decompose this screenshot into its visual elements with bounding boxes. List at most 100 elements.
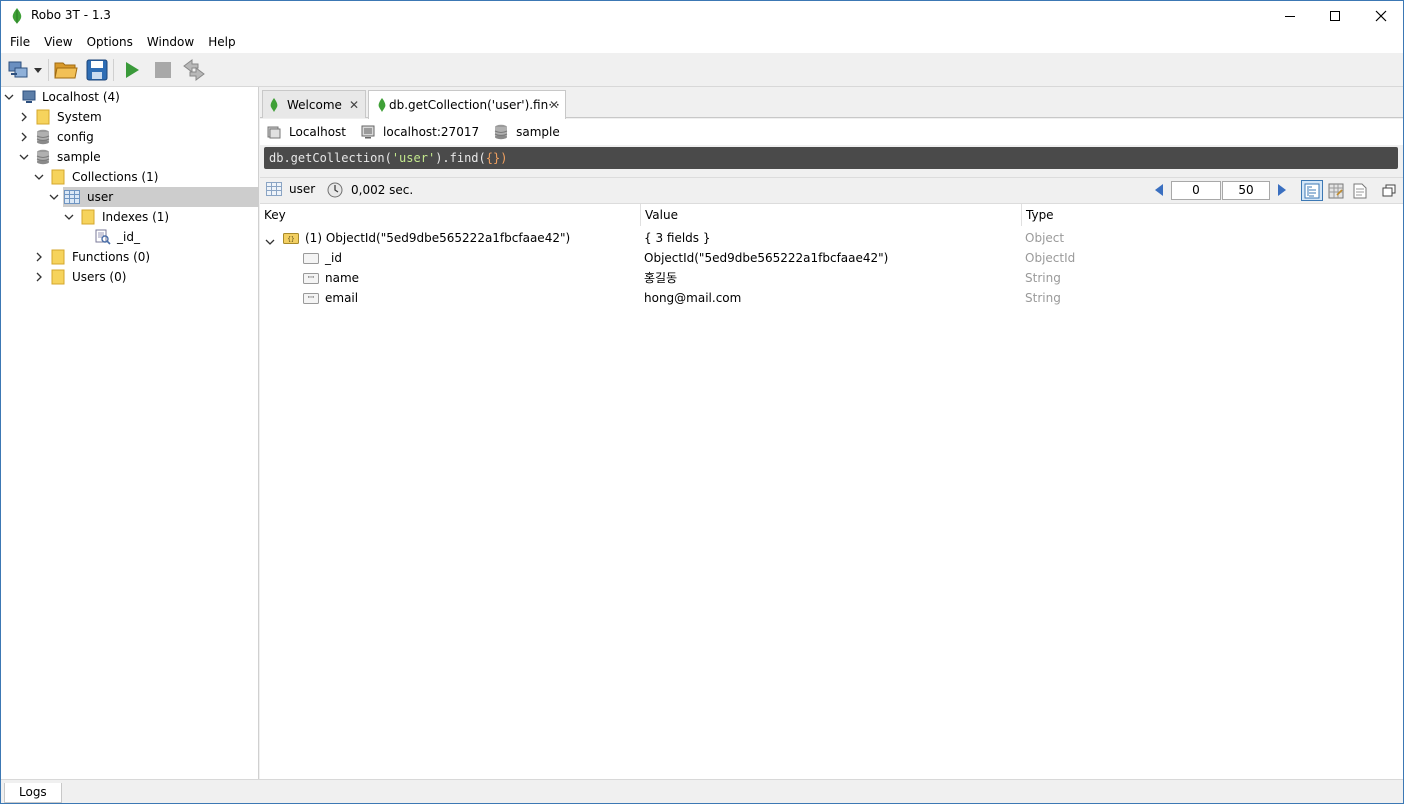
- row-type: String: [1025, 291, 1061, 305]
- menu-options[interactable]: Options: [80, 31, 140, 53]
- chevron-down-icon: [34, 67, 42, 73]
- connect-dropdown-button[interactable]: [31, 57, 45, 83]
- connection-database: sample: [493, 124, 560, 140]
- leaf-icon: [378, 98, 386, 112]
- tree-item-user-content: user: [1, 187, 259, 207]
- tree-item-localhost[interactable]: Localhost (4): [1, 87, 259, 107]
- chevron-down-icon[interactable]: [49, 192, 59, 202]
- table-row[interactable]: _id ObjectId("5ed9dbe565222a1fbcfaae42")…: [260, 248, 1403, 268]
- menu-file[interactable]: File: [3, 31, 37, 53]
- row-value: 홍길동: [644, 271, 678, 285]
- arrow-right-icon: [1278, 184, 1286, 196]
- folder-icon: [80, 209, 96, 225]
- tree-item-config[interactable]: config: [1, 127, 259, 147]
- database-icon: [35, 129, 51, 145]
- open-button[interactable]: [53, 57, 79, 83]
- query-editor[interactable]: db.getCollection('user').find({}): [264, 147, 1398, 169]
- tab-welcome[interactable]: Welcome ✕: [262, 90, 366, 118]
- folder-open-icon: [54, 62, 78, 79]
- chevron-right-icon[interactable]: [19, 112, 29, 122]
- text-view-button[interactable]: [1349, 180, 1371, 201]
- minimize-icon: [1285, 15, 1295, 17]
- row-key: _id: [325, 251, 342, 265]
- restore-window-icon: [1382, 184, 1396, 196]
- menu-bar: File View Options Window Help: [1, 31, 1403, 53]
- logs-bar: Logs: [1, 779, 1403, 803]
- tree-item-collections[interactable]: Collections (1): [1, 167, 259, 187]
- column-header-value[interactable]: Value: [641, 204, 1022, 226]
- tree-item-users[interactable]: Users (0): [1, 267, 259, 287]
- chevron-right-icon[interactable]: [34, 252, 44, 262]
- maximize-results-button[interactable]: [1378, 180, 1400, 201]
- tree-view-button[interactable]: [1301, 180, 1323, 201]
- close-icon: [1375, 10, 1387, 22]
- folder-icon: [50, 269, 66, 285]
- tree-item-label: Localhost (4): [42, 90, 120, 104]
- menu-view[interactable]: View: [37, 31, 79, 53]
- stop-icon: [155, 62, 171, 78]
- row-value: { 3 fields }: [644, 231, 711, 245]
- leaf-icon: [270, 97, 278, 112]
- table-row[interactable]: {} (1) ObjectId("5ed9dbe565222a1fbcfaae4…: [260, 228, 1403, 248]
- row-type: Object: [1025, 231, 1065, 245]
- row-key: email: [325, 291, 359, 305]
- tree-item-indexes[interactable]: Indexes (1): [1, 207, 259, 227]
- skip-input[interactable]: 0: [1171, 181, 1221, 200]
- column-header-type[interactable]: Type: [1022, 204, 1403, 226]
- execute-button[interactable]: [119, 57, 145, 83]
- chevron-down-icon[interactable]: [64, 212, 74, 222]
- tree-item-label: user: [87, 190, 114, 204]
- tree-item-label: _id_: [117, 230, 140, 244]
- table-row[interactable]: "" name 홍길동 String: [260, 268, 1403, 288]
- server-icon: [21, 89, 37, 105]
- tab-close-icon[interactable]: ✕: [349, 98, 359, 112]
- tab-close-icon[interactable]: ✕: [549, 98, 559, 112]
- svg-text:{}: {}: [287, 236, 294, 243]
- window-title: Robo 3T - 1.3: [31, 8, 111, 22]
- minimize-button[interactable]: [1267, 1, 1313, 31]
- limit-input[interactable]: 50: [1222, 181, 1270, 200]
- result-collection: user: [266, 182, 315, 196]
- save-button[interactable]: [84, 57, 110, 83]
- query-collection-arg: 'user': [391, 151, 436, 165]
- svg-text:"": "": [308, 295, 314, 303]
- toolbar-divider: [48, 59, 49, 81]
- table-view-icon: [1328, 183, 1344, 198]
- chevron-right-icon[interactable]: [19, 132, 29, 142]
- tab-query[interactable]: db.getCollection('user').fin··· ✕: [368, 90, 566, 119]
- tree-item-label: config: [57, 130, 94, 144]
- orientation-icon: [183, 59, 205, 81]
- query-prefix: db.getCollection(: [269, 151, 392, 165]
- main-panel: Welcome ✕ db.getCollection('user').fin··…: [260, 87, 1403, 779]
- menu-window[interactable]: Window: [140, 31, 201, 53]
- table-row[interactable]: "" email hong@mail.com String: [260, 288, 1403, 308]
- tree-item-label: Collections (1): [72, 170, 159, 184]
- tree-item-label: Users (0): [72, 270, 127, 284]
- next-page-button[interactable]: [1278, 184, 1286, 196]
- prev-page-button[interactable]: [1155, 184, 1163, 196]
- close-button[interactable]: [1358, 1, 1403, 31]
- chevron-down-icon[interactable]: [19, 152, 29, 162]
- folder-icon: [35, 109, 51, 125]
- chevron-down-icon[interactable]: [4, 92, 14, 102]
- logs-tab[interactable]: Logs: [4, 783, 62, 803]
- tree-item-sample[interactable]: sample: [1, 147, 259, 167]
- chevron-down-icon[interactable]: [34, 172, 44, 182]
- stop-button[interactable]: [150, 57, 176, 83]
- play-icon: [126, 62, 139, 78]
- maximize-button[interactable]: [1312, 1, 1358, 31]
- column-header-key[interactable]: Key: [260, 204, 641, 226]
- tree-item-index-id[interactable]: _id_: [1, 227, 259, 247]
- table-view-button[interactable]: [1325, 180, 1347, 201]
- connection-info-bar: Localhost localhost:27017 sample: [260, 119, 1403, 145]
- chevron-right-icon[interactable]: [34, 272, 44, 282]
- menu-help[interactable]: Help: [201, 31, 242, 53]
- orientation-button[interactable]: [181, 57, 207, 83]
- row-type: ObjectId: [1025, 251, 1076, 265]
- tree-item-functions[interactable]: Functions (0): [1, 247, 259, 267]
- connect-button[interactable]: [5, 57, 31, 83]
- tree-item-label: Indexes (1): [102, 210, 170, 224]
- arrow-left-icon: [1155, 184, 1163, 196]
- collection-table-icon: [64, 189, 80, 205]
- tree-item-system[interactable]: System: [1, 107, 259, 127]
